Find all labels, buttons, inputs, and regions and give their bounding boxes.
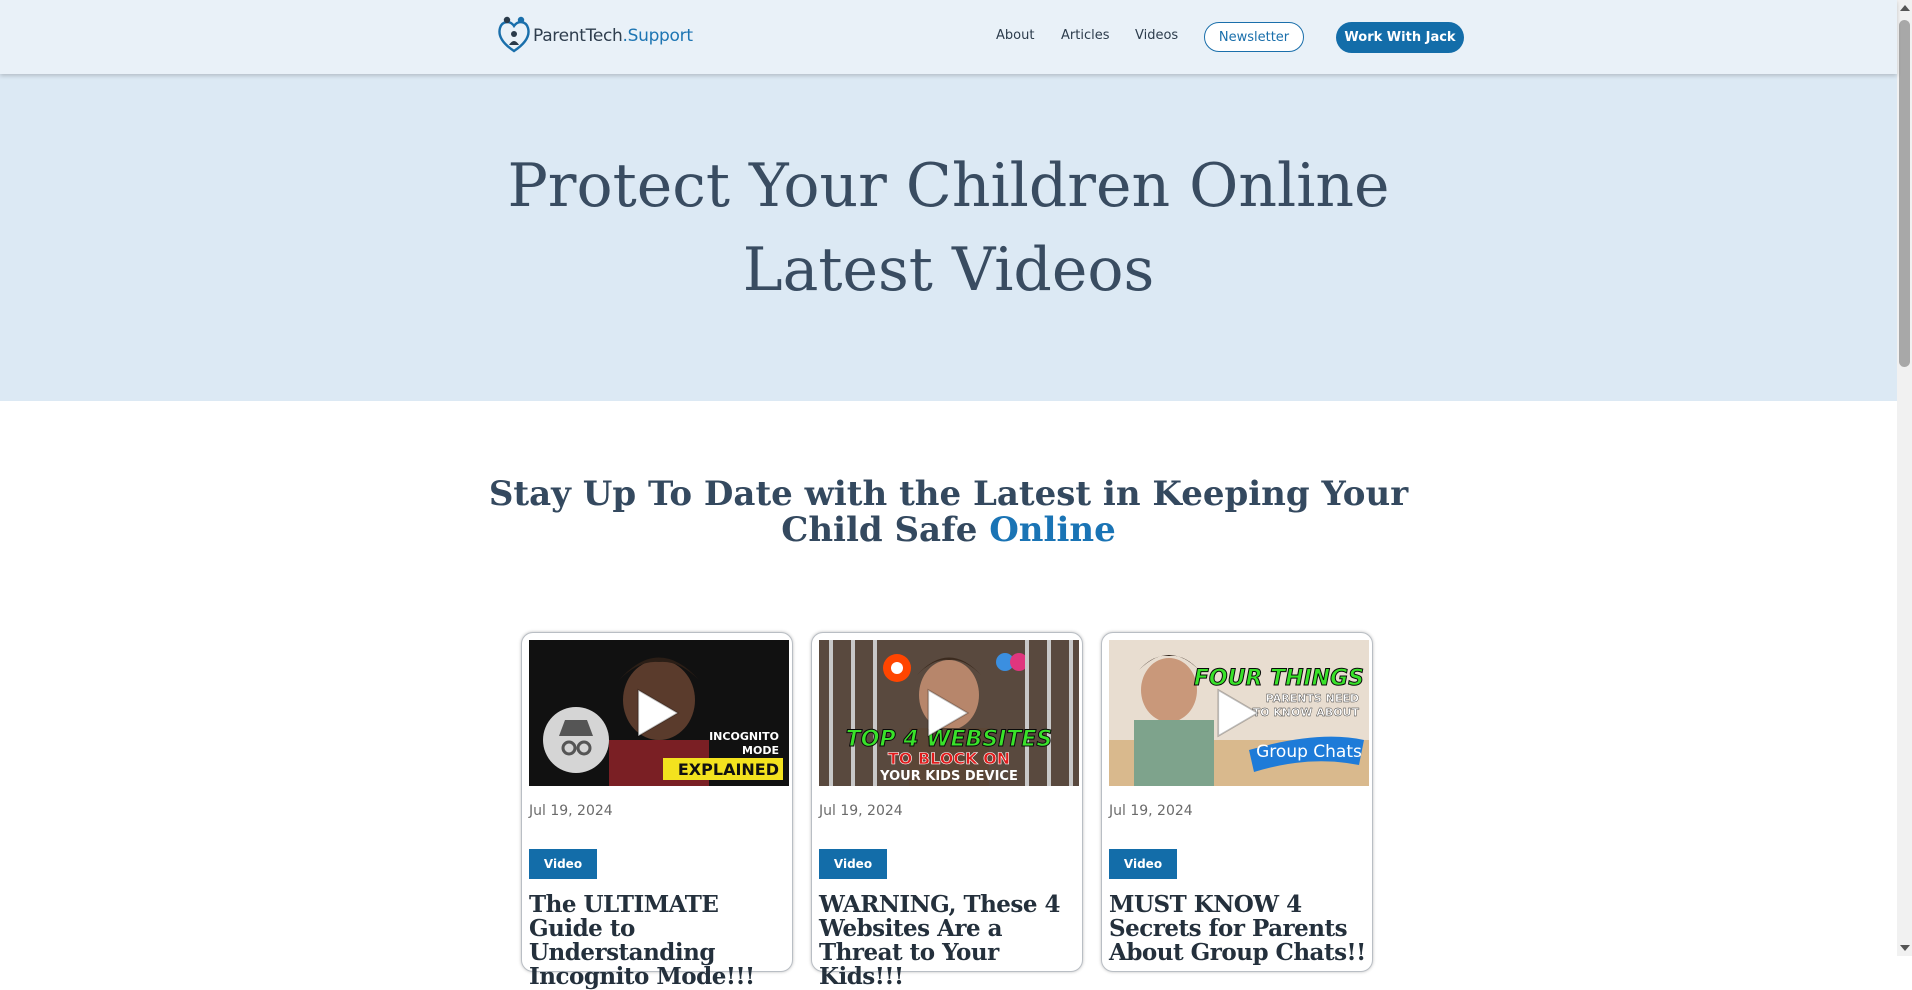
- thumb-text-4: Group Chats: [1256, 742, 1362, 762]
- work-with-jack-button[interactable]: Work With Jack: [1336, 22, 1464, 53]
- thumb-text-1: INCOGNITO: [709, 730, 779, 743]
- hero-title: Protect Your Children Online Latest Vide…: [0, 144, 1897, 312]
- card-date: Jul 19, 2024: [819, 803, 903, 819]
- video-card[interactable]: TOP 4 WEBSITES TO BLOCK ON YOUR KIDS DEV…: [811, 632, 1083, 989]
- video-card[interactable]: INCOGNITO MODE EXPLAINED Jul 19, 2024 Vi…: [521, 632, 793, 989]
- scroll-down-arrow-icon[interactable]: [1900, 945, 1910, 951]
- nav-about[interactable]: About: [996, 28, 1034, 43]
- card-title[interactable]: MUST KNOW 4 Secrets for Parents About Gr…: [1109, 893, 1371, 965]
- nav-articles[interactable]: Articles: [1061, 28, 1109, 43]
- thumb-text-3: EXPLAINED: [678, 760, 779, 779]
- section-title: Stay Up To Date with the Latest in Keepi…: [0, 476, 1897, 548]
- section-title-accent: Online: [989, 510, 1116, 550]
- site-logo[interactable]: ParentTech.Support: [498, 16, 693, 56]
- hero-title-line2: Latest Videos: [742, 235, 1155, 305]
- thumb-text-3: TO KNOW ABOUT: [1253, 706, 1360, 719]
- hero-title-line1: Protect Your Children Online: [507, 151, 1390, 221]
- site-header: ParentTech.Support About Articles Videos…: [0, 0, 1897, 74]
- thumb-text-2: MODE: [742, 744, 779, 757]
- play-icon[interactable]: [635, 688, 681, 738]
- video-card[interactable]: FOUR THINGS PARENTS NEED TO KNOW ABOUT G…: [1101, 632, 1373, 972]
- play-icon[interactable]: [1215, 688, 1261, 738]
- newsletter-button[interactable]: Newsletter: [1204, 22, 1304, 52]
- logo-text: ParentTech.Support: [533, 26, 693, 46]
- card-title[interactable]: WARNING, These 4 Websites Are a Threat t…: [819, 893, 1081, 989]
- thumb-text-2: PARENTS NEED: [1266, 692, 1359, 705]
- nav-videos[interactable]: Videos: [1135, 28, 1178, 43]
- video-thumbnail[interactable]: INCOGNITO MODE EXPLAINED: [529, 640, 789, 786]
- section-title-line1: Stay Up To Date with the Latest in Keepi…: [488, 474, 1409, 514]
- play-icon[interactable]: [925, 688, 971, 738]
- scroll-thumb[interactable]: [1899, 20, 1910, 367]
- video-badge[interactable]: Video: [529, 849, 597, 879]
- video-thumbnail[interactable]: FOUR THINGS PARENTS NEED TO KNOW ABOUT G…: [1109, 640, 1369, 786]
- card-date: Jul 19, 2024: [529, 803, 613, 819]
- hero-banner: Protect Your Children Online Latest Vide…: [0, 74, 1897, 401]
- video-thumbnail[interactable]: TOP 4 WEBSITES TO BLOCK ON YOUR KIDS DEV…: [819, 640, 1079, 786]
- card-date: Jul 19, 2024: [1109, 803, 1193, 819]
- section-title-line2: Child Safe: [781, 510, 990, 550]
- video-badge[interactable]: Video: [819, 849, 887, 879]
- video-badge[interactable]: Video: [1109, 849, 1177, 879]
- scroll-up-arrow-icon[interactable]: [1900, 5, 1910, 11]
- family-heart-icon: [498, 15, 530, 57]
- card-title[interactable]: The ULTIMATE Guide to Understanding Inco…: [529, 893, 791, 989]
- page-scrollbar[interactable]: [1897, 0, 1912, 956]
